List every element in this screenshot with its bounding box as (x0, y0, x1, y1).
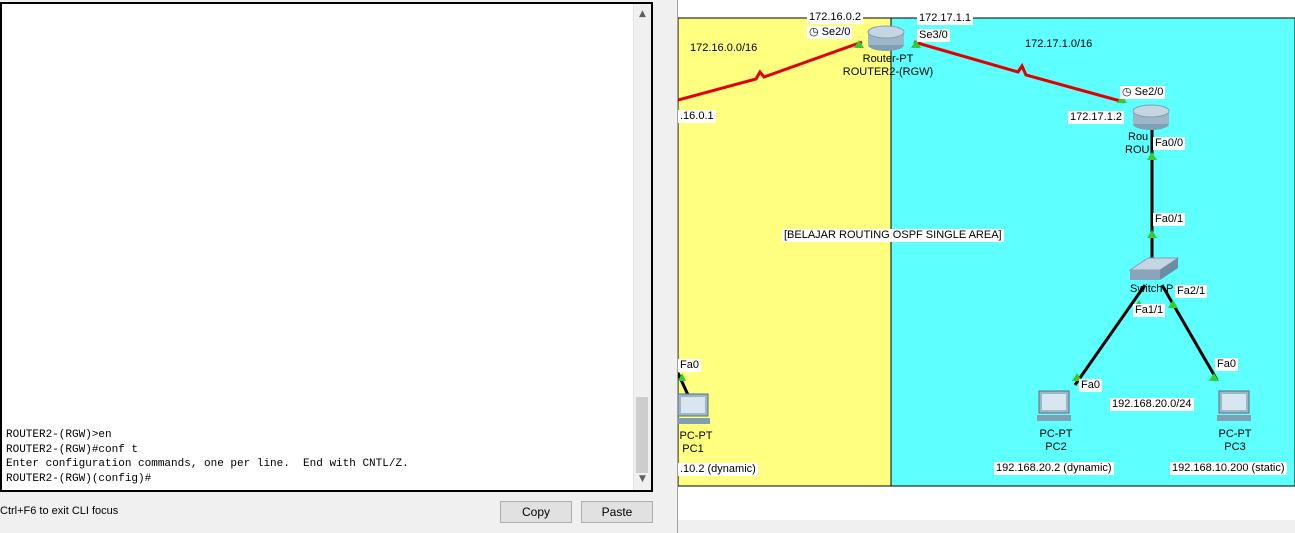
cli-line: ROUTER2-(RGW)#conf t (6, 443, 139, 456)
pc-icon[interactable] (678, 393, 710, 424)
network-label: 172.16.0.0/16 (688, 42, 760, 55)
cli-line: ROUTER2-(RGW)(config)# (6, 472, 152, 485)
port-label: ◷ Se2/0 (1120, 86, 1166, 99)
cli-output[interactable]: ROUTER2-(RGW)>en ROUTER2-(RGW)#conf t Ente… (6, 428, 634, 486)
topology-canvas (678, 17, 1295, 487)
router-icon[interactable] (1132, 104, 1170, 130)
ip-label: 192.168.10.200 (static) (1170, 462, 1287, 475)
cli-panel: ROUTER2-(RGW)>en ROUTER2-(RGW)#conf t Ente… (0, 0, 664, 533)
chevron-up-icon[interactable]: ▲ (634, 6, 651, 23)
cli-line: ROUTER2-(RGW)>en (6, 429, 112, 442)
ip-label: .16.0.1 (678, 110, 716, 123)
port-label: Fa1/1 (1133, 304, 1166, 317)
ip-label: 172.17.1.1 (917, 12, 973, 25)
device-type: Switch-P (1130, 283, 1174, 295)
port-label: Se3/0 (917, 29, 950, 42)
ip-label: 172.16.0.2 (807, 11, 863, 24)
device-name: PC1 (682, 443, 704, 455)
copy-button[interactable]: Copy (500, 501, 572, 523)
device-type: Rou (1128, 131, 1149, 143)
port-label: Fa0 (1079, 379, 1102, 392)
cli-scrollbar[interactable]: ▲ ▼ (633, 4, 651, 490)
network-label: 192.168.20.0/24 (1110, 398, 1194, 411)
device-name: PC3 (1224, 441, 1246, 453)
network-label: 172.17.1.0/16 (1023, 38, 1095, 51)
pc-icon[interactable] (1037, 390, 1071, 421)
device-type: PC-PT (1218, 428, 1252, 440)
device-name: ROUTER2-(RGW) (842, 66, 934, 78)
ip-label: 172.17.1.2 (1068, 111, 1124, 124)
scrollbar-thumb[interactable] (636, 397, 648, 473)
cli-focus-hint: Ctrl+F6 to exit CLI focus (0, 505, 119, 517)
area-yellow (678, 17, 892, 487)
topology-workspace[interactable]: 172.16.0.0/16 172.17.1.0/16 192.168.20.0… (678, 0, 1295, 533)
device-name: ROU (1125, 144, 1150, 156)
port-label: Fa0/1 (1153, 213, 1186, 226)
port-label: Fa0/0 (1153, 137, 1186, 150)
pc-icon[interactable] (1217, 390, 1251, 421)
port-label: Fa0 (678, 359, 701, 372)
panel-divider[interactable] (664, 0, 678, 533)
device-type: Router-PT (862, 53, 914, 65)
port-label: ◷ Se2/0 (807, 26, 853, 39)
port-label: Fa2/1 (1175, 285, 1208, 298)
router-icon[interactable] (867, 25, 905, 51)
paste-button[interactable]: Paste (581, 501, 653, 523)
cli-console[interactable]: ROUTER2-(RGW)>en ROUTER2-(RGW)#conf t Ente… (0, 2, 653, 492)
clock-icon: ◷ (1122, 86, 1132, 98)
ip-label: 192.168.20.2 (dynamic) (994, 462, 1114, 475)
device-type: PC-PT (679, 430, 713, 442)
device-type: PC-PT (1039, 428, 1073, 440)
port-label: Fa0 (1215, 358, 1238, 371)
cli-line: Enter configuration commands, one per li… (6, 458, 409, 471)
topology-title: [BELAJAR ROUTING OSPF SINGLE AREA] (782, 229, 1004, 242)
chevron-down-icon[interactable]: ▼ (634, 471, 651, 488)
device-name: PC2 (1045, 441, 1067, 453)
clock-icon: ◷ (809, 26, 819, 38)
horizontal-scrollbar[interactable] (678, 520, 1295, 533)
ip-label: .10.2 (dynamic) (678, 463, 758, 476)
